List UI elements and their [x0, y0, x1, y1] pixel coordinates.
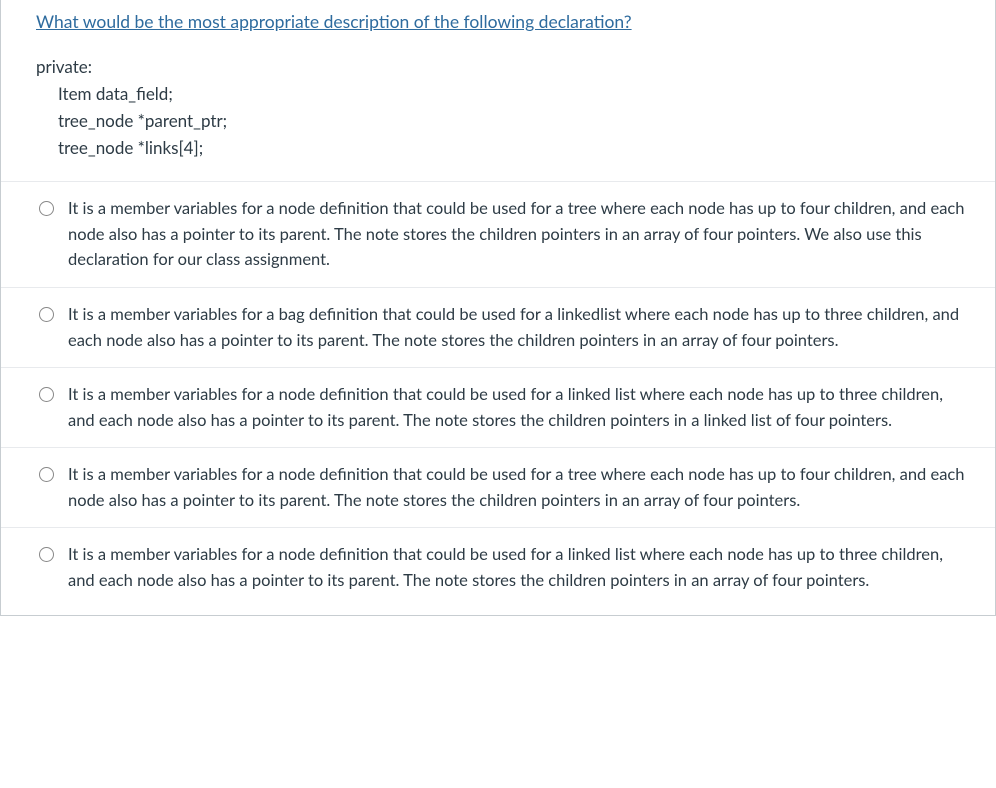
option-row[interactable]: It is a member variables for a node defi…	[1, 528, 995, 615]
option-row[interactable]: It is a member variables for a bag defin…	[1, 288, 995, 368]
option-text: It is a member variables for a node defi…	[68, 382, 967, 433]
radio-button[interactable]	[39, 547, 54, 562]
question-container: What would be the most appropriate descr…	[0, 0, 996, 616]
code-block: private: Item data_field; tree_node *par…	[36, 53, 960, 162]
option-row[interactable]: It is a member variables for a node defi…	[1, 182, 995, 288]
option-row[interactable]: It is a member variables for a node defi…	[1, 368, 995, 448]
option-row[interactable]: It is a member variables for a node defi…	[1, 448, 995, 528]
option-text: It is a member variables for a bag defin…	[68, 302, 967, 353]
code-line: Item data_field;	[58, 80, 960, 107]
question-title-link[interactable]: What would be the most appropriate descr…	[36, 10, 960, 35]
code-line: private:	[36, 53, 960, 80]
question-header: What would be the most appropriate descr…	[1, 0, 995, 181]
radio-button[interactable]	[39, 387, 54, 402]
option-text: It is a member variables for a node defi…	[68, 462, 967, 513]
options-list: It is a member variables for a node defi…	[1, 181, 995, 615]
code-line: tree_node *parent_ptr;	[58, 107, 960, 134]
option-text: It is a member variables for a node defi…	[68, 196, 967, 273]
code-line: tree_node *links[4];	[58, 134, 960, 161]
radio-button[interactable]	[39, 307, 54, 322]
radio-button[interactable]	[39, 201, 54, 216]
option-text: It is a member variables for a node defi…	[68, 542, 967, 593]
radio-button[interactable]	[39, 467, 54, 482]
